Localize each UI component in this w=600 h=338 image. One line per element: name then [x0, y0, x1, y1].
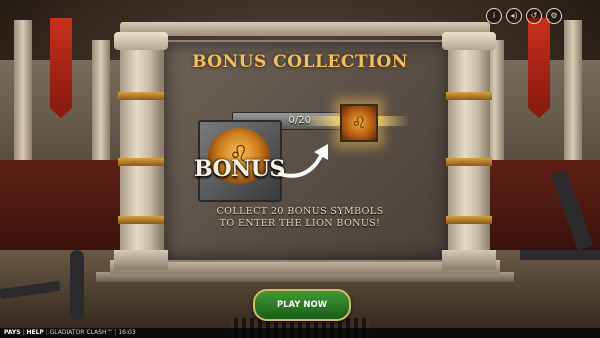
column-capital — [442, 32, 496, 50]
play-now-button[interactable]: PLAY NOW — [253, 289, 351, 321]
red-banner-left — [50, 18, 72, 118]
game-name: GLADIATOR CLASH™ — [49, 329, 113, 336]
bonus-description: COLLECT 20 BONUS SYMBOLS TO ENTER THE LI… — [205, 206, 395, 230]
column-gold-band — [446, 92, 492, 100]
history-icon[interactable]: ↺ — [526, 8, 542, 24]
lion-collector-icon: ♌ — [340, 104, 378, 142]
settings-icon[interactable]: ⚙ — [546, 8, 562, 24]
popup-title: BONUS COLLECTION — [192, 52, 408, 72]
weapon-handle-left — [70, 250, 84, 320]
red-banner-right — [528, 18, 550, 118]
frame-top-entablature — [120, 22, 490, 36]
column-base — [442, 250, 496, 270]
curved-arrow-icon — [278, 144, 328, 178]
bonus-symbol-label: BONUS — [194, 156, 285, 182]
clock-time: 16:03 — [118, 329, 136, 336]
description-line-1: COLLECT 20 BONUS SYMBOLS — [216, 206, 384, 217]
footer-bar: PAYS | HELP | GLADIATOR CLASH™ | 16:03 — [0, 328, 600, 338]
pays-link[interactable]: PAYS — [4, 329, 21, 336]
symbol-glow — [304, 116, 342, 126]
column-gold-band — [118, 92, 164, 100]
column-right — [442, 32, 496, 270]
arena-pillar — [14, 20, 32, 160]
weapon-rack-right — [520, 250, 600, 260]
arena-stands-left — [0, 160, 125, 250]
column-gold-band — [118, 216, 164, 224]
column-left — [114, 32, 168, 270]
arena-pillar — [564, 20, 582, 160]
top-icon-bar: i ◂) ↺ ⚙ — [486, 8, 562, 24]
sound-icon[interactable]: ◂) — [506, 8, 522, 24]
column-gold-band — [446, 158, 492, 166]
help-link[interactable]: HELP — [26, 329, 43, 336]
column-gold-band — [118, 158, 164, 166]
column-gold-band — [446, 216, 492, 224]
description-line-2: TO ENTER THE LION BONUS! — [219, 218, 381, 229]
column-base — [114, 250, 168, 270]
column-capital — [114, 32, 168, 50]
arena-pillar — [92, 40, 110, 160]
